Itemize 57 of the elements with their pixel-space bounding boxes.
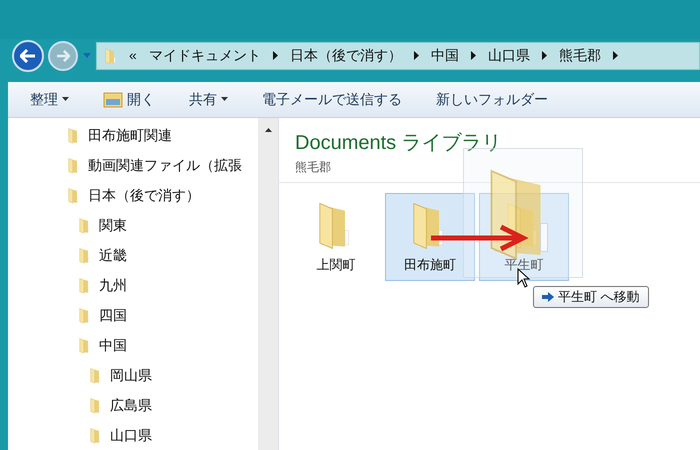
scroll-up-icon[interactable] xyxy=(264,128,272,132)
folder-icon xyxy=(90,366,102,384)
folder-tree-item[interactable]: 九州 xyxy=(8,270,258,300)
breadcrumb-item[interactable]: 熊毛郡 xyxy=(558,45,601,66)
folder-tree-item[interactable]: 広島県 xyxy=(8,390,258,420)
folder-icon xyxy=(68,126,80,144)
toolbar-button[interactable]: 新しいフォルダー xyxy=(436,89,548,110)
caret-icon xyxy=(221,97,228,102)
folder-item[interactable]: 田布施町 xyxy=(385,193,475,281)
folder-icon xyxy=(90,396,102,414)
chevron-icon[interactable] xyxy=(272,51,278,60)
left-arrow-icon xyxy=(20,48,36,63)
library-subtitle: 熊毛郡 xyxy=(295,159,332,176)
chevron-icon[interactable] xyxy=(470,51,476,60)
folder-tree-item[interactable]: 山口県 xyxy=(8,420,258,450)
address-bar[interactable]: « マイドキュメント 日本（後で消す） 中国 山口県 熊毛郡 xyxy=(96,42,700,70)
toolbar-button[interactable]: 整理 xyxy=(30,89,69,110)
forward-button[interactable] xyxy=(48,40,78,71)
toolbar-button[interactable]: 開く xyxy=(103,89,155,110)
caret-icon xyxy=(62,97,69,102)
breadcrumb-item[interactable]: 日本（後で消す） xyxy=(290,45,402,66)
drag-tooltip: 平生町 へ移動 xyxy=(533,286,649,308)
folder-tree-item[interactable]: 近畿 xyxy=(8,240,258,270)
folder-tree-item[interactable]: 岡山県 xyxy=(8,360,258,390)
arrow-icon xyxy=(542,292,554,302)
chevron-icon[interactable] xyxy=(542,51,547,60)
chevron-icon[interactable] xyxy=(414,51,419,60)
library-title: Documents ライブラリ xyxy=(295,131,503,156)
right-arrow-icon xyxy=(56,50,70,62)
folder-icon xyxy=(68,186,80,204)
folder-item[interactable]: 上関町 xyxy=(291,193,381,281)
folder-tree-item[interactable]: 関東 xyxy=(8,210,258,240)
folder-tree-item[interactable]: 日本（後で消す） xyxy=(8,180,258,210)
folder-icon xyxy=(79,276,91,294)
chevron-icon[interactable] xyxy=(612,51,618,60)
folder-tree-item[interactable]: 動画関連ファイル（拡張 xyxy=(8,150,258,180)
folder-icon xyxy=(79,336,91,354)
folder-tree-item[interactable]: 田布施町関連 xyxy=(8,120,258,150)
breadcrumb-item[interactable]: 山口県 xyxy=(488,45,530,66)
folder-icon xyxy=(105,46,117,65)
breadcrumb-item[interactable]: 中国 xyxy=(430,45,459,66)
folder-icon xyxy=(68,156,80,174)
breadcrumb-overflow[interactable]: « xyxy=(129,45,137,66)
folder-icon xyxy=(79,216,91,234)
folder-tree-item[interactable]: 四国 xyxy=(8,300,258,330)
folder-tree-item[interactable]: 中国 xyxy=(8,330,258,360)
folder-icon xyxy=(79,306,91,324)
caret-icon xyxy=(83,53,91,58)
folder-icon xyxy=(90,426,102,444)
back-button[interactable] xyxy=(12,40,44,72)
breadcrumb-item[interactable]: マイドキュメント xyxy=(148,45,261,66)
toolbar-button[interactable]: 電子メールで送信する xyxy=(262,89,402,110)
cursor-icon xyxy=(517,268,531,288)
toolbar-button[interactable]: 共有 xyxy=(189,89,228,110)
folder-icon xyxy=(79,246,91,264)
scrollbar[interactable] xyxy=(258,118,278,450)
folder-icon xyxy=(103,92,123,108)
